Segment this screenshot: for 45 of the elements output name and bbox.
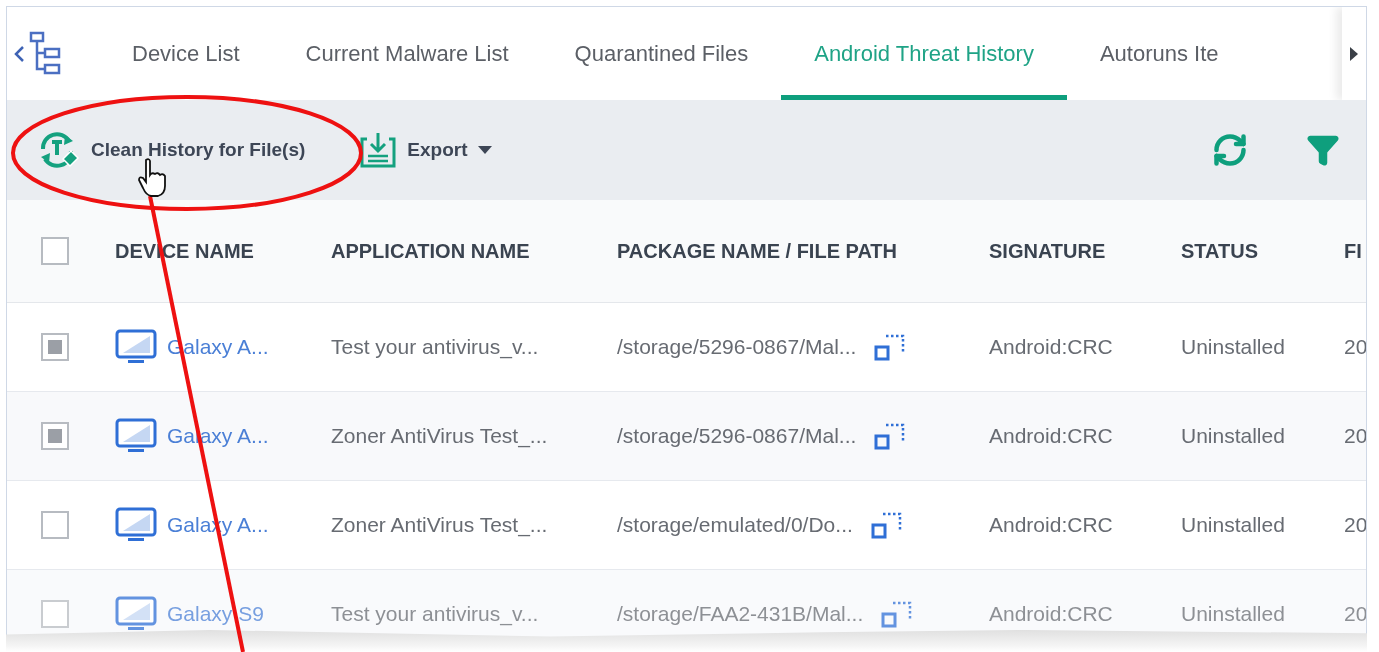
row-checkbox[interactable] bbox=[41, 511, 69, 539]
table-cell: /storage/5296-0867/Mal... bbox=[617, 424, 857, 448]
table-cell: 20 bbox=[1344, 602, 1366, 626]
caret-right-icon[interactable] bbox=[1349, 45, 1359, 62]
column-header: FI bbox=[1344, 239, 1362, 263]
table-cell: Zoner AntiVirus Test_... bbox=[331, 513, 548, 537]
table-cell: /storage/FAA2-431B/Mal... bbox=[617, 602, 864, 626]
caret-down-icon bbox=[477, 146, 492, 154]
export-button[interactable]: Export bbox=[359, 127, 492, 173]
table-cell: Android:CRC bbox=[989, 513, 1113, 537]
export-icon bbox=[359, 131, 398, 169]
table-cell: /storage/5296-0867/Mal... bbox=[617, 335, 857, 359]
table-cell: Uninstalled bbox=[1181, 513, 1285, 537]
row-checkbox[interactable] bbox=[41, 333, 69, 361]
tree-icon[interactable] bbox=[29, 30, 63, 77]
table-cell: Test your antivirus_v... bbox=[331, 335, 539, 359]
table-cell: Zoner AntiVirus Test_... bbox=[331, 424, 548, 448]
chevron-left-icon[interactable] bbox=[13, 43, 25, 64]
row-checkbox[interactable] bbox=[41, 422, 69, 450]
monitor-icon bbox=[115, 418, 157, 454]
tab[interactable]: Current Malware List bbox=[272, 7, 542, 100]
tab[interactable]: Quarantined Files bbox=[541, 7, 782, 100]
table-cell: 20 bbox=[1344, 335, 1366, 359]
table-cell: Uninstalled bbox=[1181, 424, 1285, 448]
tab[interactable]: Autoruns Ite bbox=[1066, 7, 1342, 100]
clean-history-button[interactable]: Clean History for File(s) bbox=[35, 123, 306, 177]
select-all-checkbox[interactable] bbox=[41, 237, 69, 265]
monitor-icon bbox=[115, 507, 157, 543]
monitor-icon bbox=[115, 596, 157, 632]
table-cell: 20 bbox=[1344, 424, 1366, 448]
table-cell: Android:CRC bbox=[989, 335, 1113, 359]
row-checkbox[interactable] bbox=[41, 600, 69, 628]
column-header: SIGNATURE bbox=[989, 239, 1106, 263]
column-header: PACKAGE NAME / FILE PATH bbox=[617, 239, 897, 263]
table-cell: 20 bbox=[1344, 513, 1366, 537]
column-header: STATUS bbox=[1181, 239, 1259, 263]
table-cell: Android:CRC bbox=[989, 602, 1113, 626]
table-cell: Uninstalled bbox=[1181, 602, 1285, 626]
table-cell: Test your antivirus_v... bbox=[331, 602, 539, 626]
tab[interactable]: Device List bbox=[99, 7, 273, 100]
table-cell: /storage/emulated/0/Do... bbox=[617, 513, 853, 537]
column-header: APPLICATION NAME bbox=[331, 239, 530, 263]
table-cell: Android:CRC bbox=[989, 424, 1113, 448]
table-cell: Uninstalled bbox=[1181, 335, 1285, 359]
monitor-icon bbox=[115, 329, 157, 365]
